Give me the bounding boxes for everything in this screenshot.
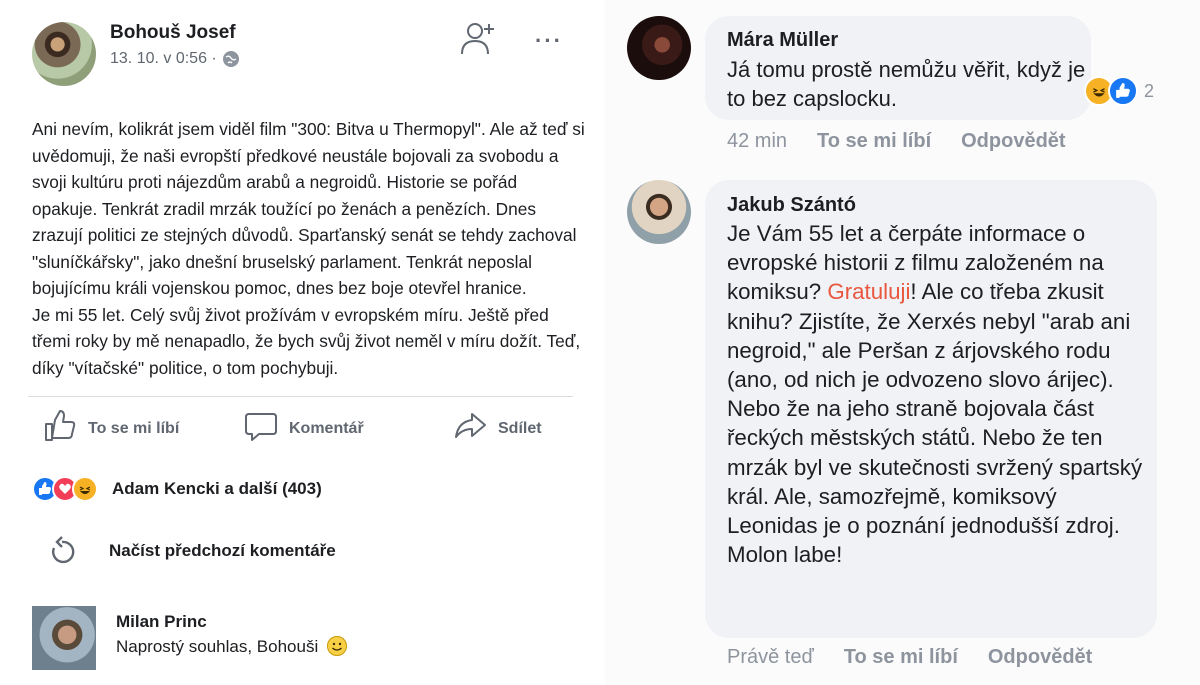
haha-reaction-icon: [72, 476, 98, 502]
smiley-icon: [326, 636, 347, 656]
load-previous-comments[interactable]: Načíst předchozí komentáře: [109, 541, 336, 561]
author-avatar[interactable]: [32, 22, 96, 86]
post-meta: 13. 10. v 0:56 ·: [110, 50, 239, 68]
post-timestamp[interactable]: 13. 10. v 0:56 ·: [110, 50, 217, 68]
comment-highlight: Gratuluji: [827, 279, 911, 305]
comment-author[interactable]: Milan Princ: [116, 612, 207, 632]
comment-time[interactable]: Právě teď: [727, 646, 814, 669]
share-icon: [452, 408, 488, 449]
like-icon: [42, 408, 78, 449]
comment-meta: 42 min To se mi líbí Odpovědět: [727, 130, 1066, 153]
reactions-summary-text: Adam Kencki a další (403): [112, 479, 322, 498]
comment-author[interactable]: Jakub Szántó: [727, 194, 856, 217]
comment-author[interactable]: Mára Müller: [727, 29, 838, 52]
comment-text: Já tomu prostě nemůžu věřit, když je to …: [727, 57, 1086, 111]
comment-meta: Právě teď To se mi líbí Odpovědět: [727, 646, 1092, 669]
post-text: Ani nevím, kolikrát jsem viděl film "300…: [32, 119, 585, 378]
comment-time[interactable]: 42 min: [727, 130, 787, 153]
add-friend-icon[interactable]: [458, 18, 498, 58]
comment-like-button[interactable]: To se mi líbí: [844, 646, 958, 669]
globe-icon: [222, 51, 239, 67]
post-author[interactable]: Bohouš Josef: [110, 22, 236, 44]
comment-button[interactable]: Komentář: [243, 408, 364, 449]
reactions-summary[interactable]: Adam Kencki a další (403): [32, 476, 322, 502]
post-body: Ani nevím, kolikrát jsem viděl film "300…: [32, 116, 587, 381]
comment-like-button[interactable]: To se mi líbí: [817, 130, 931, 153]
comment-reply-button[interactable]: Odpovědět: [988, 646, 1092, 669]
commenter-avatar[interactable]: [32, 606, 96, 670]
commenter-avatar[interactable]: [627, 180, 691, 244]
share-label: Sdílet: [498, 419, 542, 437]
comment-reactions[interactable]: 2: [1084, 76, 1154, 106]
like-button[interactable]: To se mi líbí: [42, 408, 179, 449]
comment-icon: [243, 408, 279, 449]
comment-text: Naprostý souhlas, Bohouši: [116, 636, 347, 657]
comment-reply-button[interactable]: Odpovědět: [961, 130, 1065, 153]
more-icon[interactable]: ···: [535, 28, 563, 54]
like-reaction-icon: [1108, 76, 1138, 106]
divider: [28, 396, 573, 397]
reaction-count: 2: [1144, 80, 1155, 101]
comment-text-part: ! Ale co třeba zkusit knihu? Zjistíte, ž…: [727, 279, 1143, 568]
comment-text: Je Vám 55 let a čerpáte informace o evro…: [727, 219, 1147, 569]
comment-label: Komentář: [289, 419, 364, 437]
like-label: To se mi líbí: [88, 419, 180, 437]
commenter-avatar[interactable]: [627, 16, 691, 80]
comment-text-content: Naprostý souhlas, Bohouši: [116, 637, 319, 656]
reload-icon[interactable]: [44, 534, 80, 570]
share-button[interactable]: Sdílet: [452, 408, 542, 449]
